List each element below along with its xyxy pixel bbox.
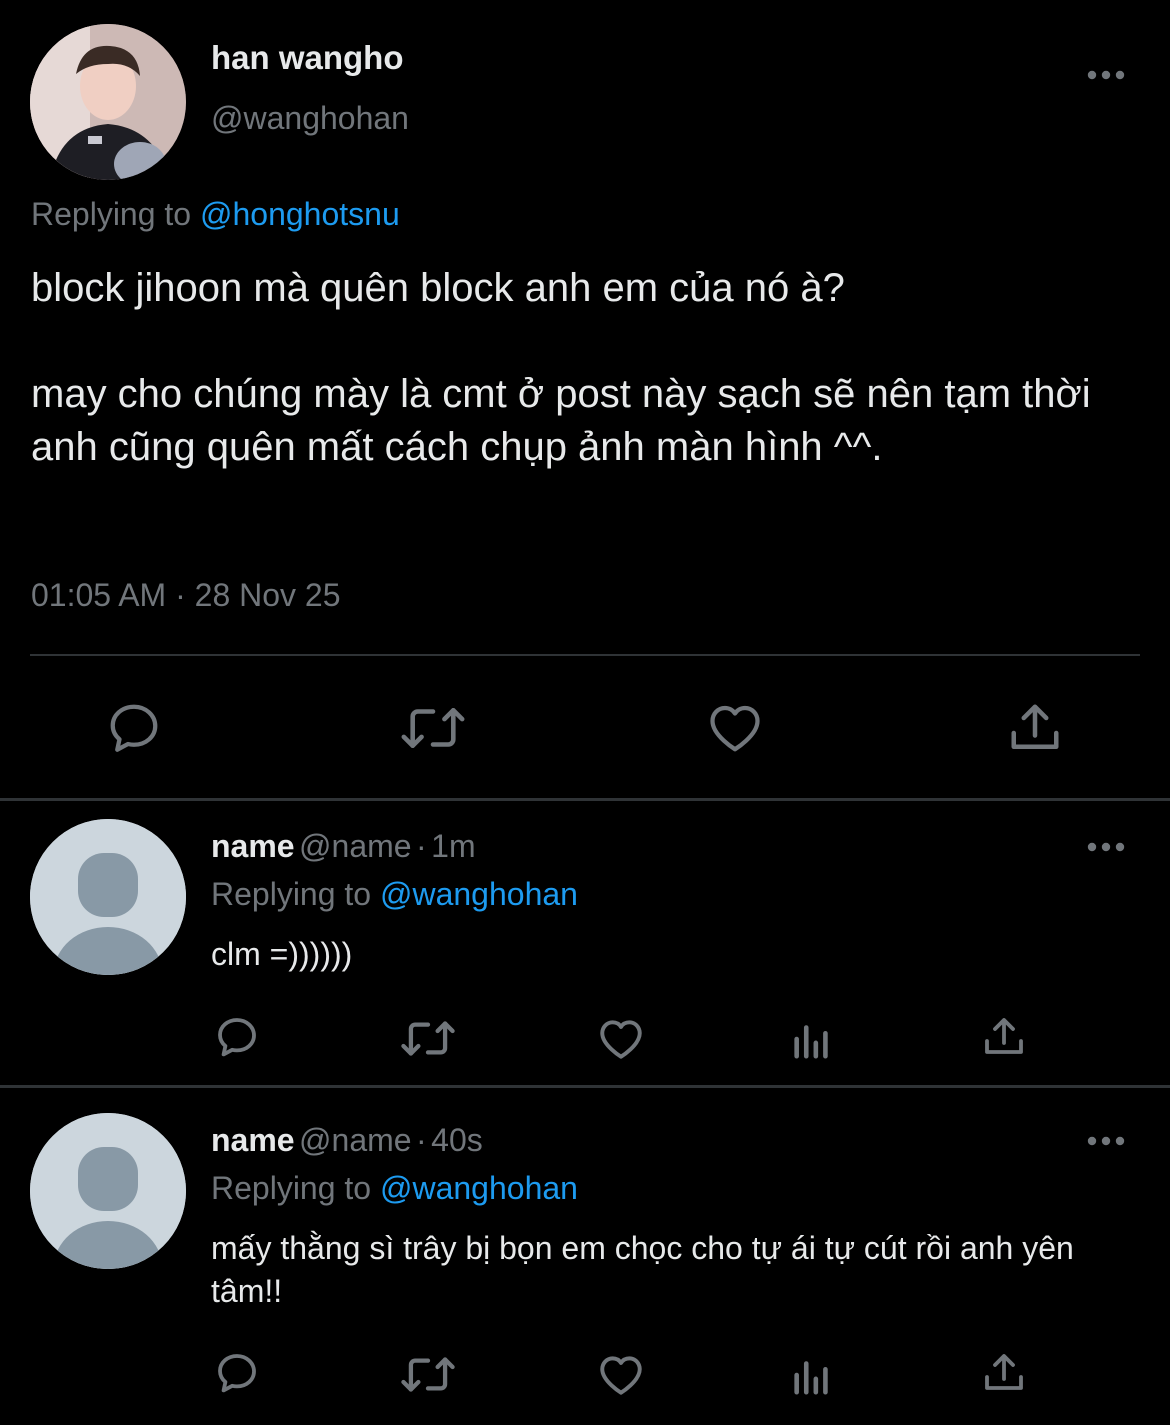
- author-avatar[interactable]: [30, 24, 186, 180]
- replying-to-mention[interactable]: @wanghohan: [380, 1170, 578, 1206]
- tweet-text: block jihoon mà quên block anh em của nó…: [31, 266, 1091, 469]
- reply-time[interactable]: 40s: [431, 1122, 483, 1158]
- reply-icon[interactable]: [104, 698, 164, 758]
- replying-to-mention[interactable]: @wanghohan: [380, 876, 578, 912]
- reply-text: clm =)))))): [211, 936, 353, 972]
- meta-separator: ·: [416, 828, 427, 864]
- like-icon[interactable]: [705, 698, 765, 758]
- like-icon[interactable]: [596, 1014, 646, 1064]
- author-handle[interactable]: @wanghohan: [211, 100, 409, 136]
- share-icon[interactable]: [980, 1013, 1028, 1061]
- share-icon[interactable]: [1005, 698, 1065, 758]
- share-icon[interactable]: [980, 1349, 1028, 1397]
- reply-icon[interactable]: [213, 1349, 261, 1397]
- reply-header: name @name · 1m: [211, 828, 476, 865]
- more-options-icon[interactable]: [1086, 68, 1126, 86]
- retweet-icon[interactable]: [400, 1015, 456, 1062]
- analytics-icon[interactable]: [789, 1016, 835, 1062]
- author-display-name[interactable]: han wangho: [211, 40, 404, 76]
- reply-icon[interactable]: [213, 1013, 261, 1061]
- replying-to-line: Replying to @honghotsnu: [31, 196, 400, 232]
- reply-author-name[interactable]: name: [211, 1122, 295, 1158]
- replying-to-label: Replying to: [211, 876, 372, 912]
- reply-header: name @name · 40s: [211, 1122, 483, 1159]
- reply-author-handle[interactable]: @name: [299, 1122, 412, 1158]
- reply-time[interactable]: 1m: [431, 828, 475, 864]
- divider: [0, 1085, 1170, 1088]
- tweet-timestamp[interactable]: 01:05 AM · 28 Nov 25: [31, 577, 341, 613]
- divider: [0, 798, 1170, 801]
- meta-separator: ·: [416, 1122, 427, 1158]
- analytics-icon[interactable]: [789, 1352, 835, 1398]
- replying-to-line: Replying to @wanghohan: [211, 1170, 578, 1206]
- divider: [30, 654, 1140, 656]
- like-icon[interactable]: [596, 1350, 646, 1400]
- more-options-icon[interactable]: [1086, 1134, 1126, 1152]
- reply-text: mấy thằng sì trây bị bọn em chọc cho tự …: [211, 1230, 1083, 1309]
- replying-to-mention[interactable]: @honghotsnu: [200, 196, 400, 232]
- more-options-icon[interactable]: [1086, 840, 1126, 858]
- replying-to-label: Replying to: [211, 1170, 372, 1206]
- replying-to-line: Replying to @wanghohan: [211, 876, 578, 912]
- default-avatar[interactable]: [30, 1113, 186, 1269]
- default-avatar[interactable]: [30, 819, 186, 975]
- replying-to-label: Replying to: [31, 196, 192, 232]
- retweet-icon[interactable]: [400, 1351, 456, 1398]
- retweet-icon[interactable]: [400, 700, 466, 756]
- reply-author-handle[interactable]: @name: [299, 828, 412, 864]
- reply-author-name[interactable]: name: [211, 828, 295, 864]
